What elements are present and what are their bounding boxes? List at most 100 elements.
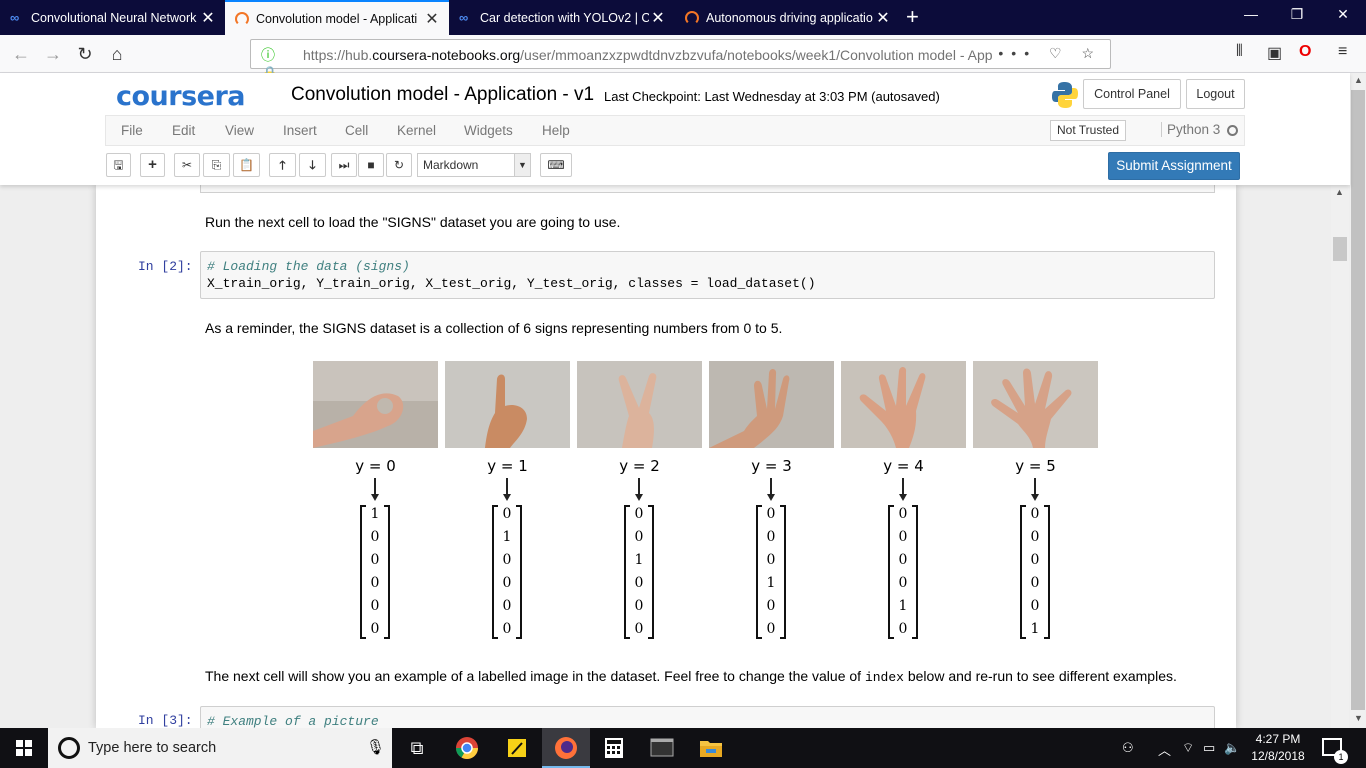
close-window-icon[interactable]: ✕ [1320,6,1366,23]
tab-convolution-model[interactable]: Convolution model - Applicati ✕ [225,0,449,35]
notebook-scrollbar[interactable]: ▲ [1331,185,1349,728]
start-button[interactable] [0,728,48,768]
code-cell-example-picture[interactable]: # Example of a picture [200,706,1215,728]
notebook-title[interactable]: Convolution model - Application - v1 [291,84,594,106]
code-cell-load-data[interactable]: # Loading the data (signs) X_train_orig,… [200,251,1215,299]
code-line: X_train_orig, Y_train_orig, X_test_orig,… [207,276,816,291]
scroll-up-icon[interactable]: ▲ [1354,75,1363,85]
url-bar[interactable]: ⓘ 🔒 https://hub.coursera-notebooks.org/u… [250,39,1111,81]
move-down-icon[interactable]: 🡓 [299,153,326,177]
opera-icon[interactable]: O [1299,43,1311,61]
home-icon[interactable]: ⌂ [104,41,130,67]
chrome-icon[interactable] [443,728,491,768]
volume-icon[interactable]: 🔈 [1224,740,1240,756]
calculator-icon[interactable] [590,728,638,768]
code-comment: # Loading the data (signs) [207,259,410,274]
checkpoint-status: Last Checkpoint: Last Wednesday at 3:03 … [604,89,940,104]
scroll-down-icon[interactable]: ▼ [1354,713,1363,723]
forward-icon[interactable]: → [40,41,66,67]
logout-button[interactable]: Logout [1186,79,1245,109]
restart-icon[interactable]: ↻ [386,153,412,177]
new-tab-icon[interactable]: + [906,4,919,30]
coursera-logo[interactable]: coursera [116,81,246,112]
save-icon[interactable]: 🖫 [106,153,131,177]
vector-entry: 0 [766,598,776,614]
terminal-icon[interactable] [638,728,686,768]
reload-icon[interactable]: ↻ [72,41,98,67]
vector-entry: 0 [370,575,380,591]
vector-entry: 1 [766,575,776,591]
sign-label: y = 1 [487,457,528,475]
back-icon[interactable]: ← [8,41,34,67]
clock[interactable]: 4:27 PM 12/8/2018 [1247,731,1309,765]
control-panel-button[interactable]: Control Panel [1083,79,1181,109]
code-comment: # Example of a picture [207,714,379,728]
file-explorer-icon[interactable] [687,728,735,768]
copy-icon[interactable]: ⎘ [203,153,230,177]
left-bracket [1020,505,1026,639]
scroll-up-icon[interactable]: ▲ [1335,187,1344,197]
library-icon[interactable]: ⫴ [1236,43,1243,61]
submit-assignment-button[interactable]: Submit Assignment [1108,152,1240,180]
run-cell-icon[interactable]: ⏭ [331,153,357,177]
tab-title: Convolution model - Applicati [256,11,418,26]
sticky-notes-icon[interactable] [493,728,541,768]
menu-kernel[interactable]: Kernel [397,123,436,138]
close-icon[interactable]: ✕ [199,8,217,28]
close-icon[interactable]: ✕ [649,8,667,28]
tab-convolutional-neural-networks[interactable]: ∞ Convolutional Neural Network ✕ [0,0,225,35]
minimize-icon[interactable]: — [1228,6,1274,22]
vector-entry: 0 [502,621,512,637]
one-hot-vector: 0 0 0 1 0 0 [756,505,786,639]
windows-taskbar: Type here to search 🎙 ⧉ ⚇ ︿ ⌔ ▭ 🔈 4:27 P… [0,728,1366,768]
one-hot-vector: 0 0 0 0 1 0 [888,505,918,639]
cell-type-select[interactable]: Markdown ▼ [417,153,531,177]
keyboard-icon[interactable]: ⌨ [540,153,572,177]
vector-entry: 0 [898,529,908,545]
firefox-icon[interactable] [542,728,590,768]
menu-view[interactable]: View [225,123,254,138]
menu-insert[interactable]: Insert [283,123,317,138]
close-icon[interactable]: ✕ [423,9,441,29]
microphone-icon[interactable]: 🎙 [366,738,385,756]
scrollbar-thumb[interactable] [1333,237,1347,261]
paste-icon[interactable]: 📋 [233,153,260,177]
close-icon[interactable]: ✕ [874,8,892,28]
trust-indicator[interactable]: Not Trusted [1050,120,1127,141]
sign-label: y = 4 [883,457,924,475]
hand-sign-2-image [577,361,702,448]
vector-entry: 0 [502,598,512,614]
menu-edit[interactable]: Edit [172,123,195,138]
left-bracket [360,505,366,639]
tab-autonomous-driving[interactable]: Autonomous driving applicatio ✕ [675,0,900,35]
taskbar-search[interactable]: Type here to search 🎙 [48,728,392,768]
vector-entry: 0 [898,506,908,522]
previous-cell[interactable] [200,185,1215,193]
page-scrollbar[interactable]: ▲ ▼ [1350,73,1366,728]
menu-icon[interactable]: ≡ [1338,43,1347,61]
vector-entry: 0 [1030,598,1040,614]
url-text[interactable]: https://hub.coursera-notebooks.org/user/… [303,47,1028,63]
battery-icon[interactable]: ▭ [1203,740,1215,756]
insert-cell-icon[interactable]: + [140,153,165,177]
page-actions-icon[interactable]: ••• ♡ ☆ [998,45,1102,62]
wifi-icon[interactable]: ⌔ [1182,740,1194,756]
scrollbar-thumb[interactable] [1351,90,1365,710]
notification-badge: 1 [1334,750,1348,764]
menu-cell[interactable]: Cell [345,123,368,138]
sidebar-icon[interactable]: ▣ [1267,43,1282,63]
move-up-icon[interactable]: 🡑 [269,153,296,177]
left-bracket [492,505,498,639]
tab-car-detection[interactable]: ∞ Car detection with YOLOv2 | Co ✕ [449,0,675,35]
menu-file[interactable]: File [121,123,143,138]
vector-entry: 0 [898,575,908,591]
people-icon[interactable]: ⚇ [1122,740,1134,756]
menu-widgets[interactable]: Widgets [464,123,513,138]
stop-icon[interactable]: ■ [358,153,384,177]
cut-icon[interactable]: ✂ [174,153,200,177]
task-view-icon[interactable]: ⧉ [393,728,441,768]
menu-bar: File Edit View Insert Cell Kernel Widget… [105,115,1245,146]
show-hidden-icons-icon[interactable]: ︿ [1158,740,1171,759]
restore-icon[interactable]: ❐ [1274,6,1320,23]
menu-help[interactable]: Help [542,123,570,138]
